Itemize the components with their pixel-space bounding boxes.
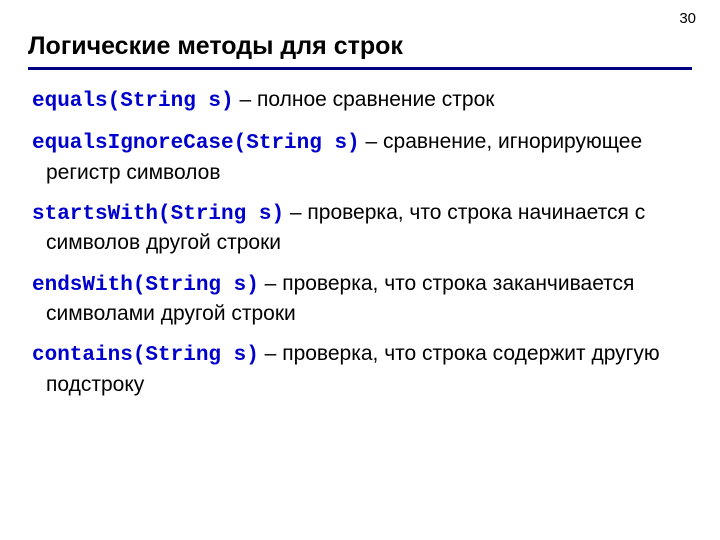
method-code: contains(String s) [32,344,259,367]
method-code: equalsIgnoreCase(String s) [32,132,360,155]
list-item: endsWith(String s) – проверка, что строк… [32,270,692,329]
content-area: equals(String s) – полное сравнение стро… [28,86,692,399]
method-code: startsWith(String s) [32,203,284,226]
list-item: startsWith(String s) – проверка, что стр… [32,199,692,258]
method-code: equals(String s) [32,90,234,113]
list-item: equals(String s) – полное сравнение стро… [32,86,692,116]
page-number: 30 [679,10,696,27]
list-item: contains(String s) – проверка, что строк… [32,340,692,399]
method-desc: – полное сравнение строк [234,88,495,111]
method-code: endsWith(String s) [32,274,259,297]
list-item: equalsIgnoreCase(String s) – сравнение, … [32,128,692,187]
slide-title: Логические методы для строк [28,32,692,70]
